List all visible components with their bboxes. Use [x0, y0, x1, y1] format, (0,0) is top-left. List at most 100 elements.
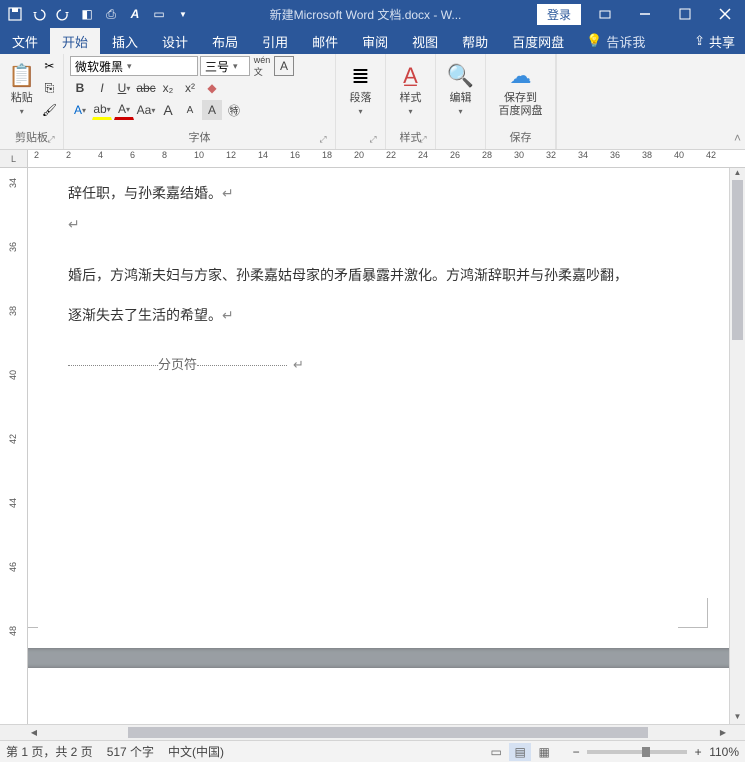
font-launcher-icon[interactable]: ⤢: [317, 133, 329, 145]
collapse-ribbon-icon[interactable]: ˄: [734, 131, 741, 145]
close-icon[interactable]: [705, 0, 745, 28]
vertical-scrollbar[interactable]: ▲ ▼: [729, 168, 745, 724]
qat-customize-icon[interactable]: ▼: [172, 3, 194, 25]
word-count[interactable]: 517 个字: [107, 743, 154, 760]
find-icon: 🔍: [447, 60, 474, 92]
save-baidu-button[interactable]: ☁ 保存到 百度网盘: [492, 56, 549, 122]
login-button[interactable]: 登录: [537, 4, 581, 25]
zoom-level[interactable]: 110%: [709, 745, 739, 759]
subscript-button[interactable]: x₂: [158, 78, 178, 98]
document-title: 新建Microsoft Word 文档.docx - W...: [194, 6, 537, 23]
tab-baidu[interactable]: 百度网盘: [500, 28, 576, 54]
tab-home[interactable]: 开始: [50, 28, 100, 54]
styles-button[interactable]: A̲ 样式▾: [392, 56, 429, 122]
qat-icon-1[interactable]: ◧: [76, 3, 98, 25]
text-line[interactable]: 辞任职，与孙柔嘉结婚。↵: [68, 178, 648, 209]
save-group-label: 保存: [510, 132, 532, 144]
paragraph-launcher-icon[interactable]: ⤢: [367, 133, 379, 145]
page-1: 辞任职，与孙柔嘉结婚。↵ ↵ 婚后，方鸿渐夫妇与方家、孙柔嘉姑母家的矛盾暴露并激…: [28, 168, 729, 648]
clipboard-launcher-icon[interactable]: ⤢: [45, 133, 57, 145]
share-button[interactable]: ⇪ 共享: [684, 28, 745, 54]
horizontal-ruler[interactable]: 224681012141618202224262830323436384042: [28, 150, 745, 168]
zoom-thumb[interactable]: [642, 747, 650, 757]
paste-button[interactable]: 📋 粘贴▾: [6, 56, 37, 122]
tab-review[interactable]: 审阅: [350, 28, 400, 54]
zoom-out-button[interactable]: −: [569, 745, 583, 759]
strikethrough-button[interactable]: abc: [136, 78, 156, 98]
tab-view[interactable]: 视图: [400, 28, 450, 54]
save-icon[interactable]: [4, 3, 26, 25]
qat-icon-3[interactable]: A: [124, 3, 146, 25]
paragraph-button[interactable]: ≣ 段落▾: [342, 56, 379, 122]
qat-icon-2[interactable]: ⎙: [100, 3, 122, 25]
maximize-icon[interactable]: [665, 0, 705, 28]
empty-line[interactable]: ↵: [68, 209, 648, 240]
text-line[interactable]: 婚后，方鸿渐夫妇与方家、孙柔嘉姑母家的矛盾暴露并激化。方鸿渐辞职并与孙柔嘉吵翻，: [68, 260, 648, 291]
language-status[interactable]: 中文(中国): [168, 743, 224, 760]
page-break-indicator: 分页符 ↵: [68, 351, 648, 380]
tab-mailings[interactable]: 邮件: [300, 28, 350, 54]
tab-design[interactable]: 设计: [150, 28, 200, 54]
enclose-char-icon[interactable]: ㊕: [224, 100, 244, 120]
lightbulb-icon: 💡: [586, 33, 602, 49]
underline-button[interactable]: U ▾: [114, 78, 134, 98]
tab-layout[interactable]: 布局: [200, 28, 250, 54]
save-baidu-label: 保存到 百度网盘: [499, 92, 543, 118]
crop-mark: [678, 598, 708, 628]
hscroll-thumb[interactable]: [128, 727, 648, 738]
page-status[interactable]: 第 1 页，共 2 页: [6, 743, 93, 760]
tab-insert[interactable]: 插入: [100, 28, 150, 54]
editing-button[interactable]: 🔍 编辑▾: [442, 56, 479, 122]
paragraph-mark-icon: ↵: [222, 307, 234, 323]
font-group-label: 字体: [189, 132, 211, 144]
change-case-button[interactable]: Aa▾: [136, 100, 156, 120]
styles-launcher-icon[interactable]: ⤢: [417, 133, 429, 145]
font-color-button[interactable]: A▾: [114, 100, 134, 120]
editing-btn-label: 编辑: [450, 92, 472, 104]
zoom-slider[interactable]: [587, 750, 687, 754]
share-label: 共享: [709, 32, 735, 51]
ruler-corner: L: [0, 150, 28, 168]
tab-file[interactable]: 文件: [0, 28, 50, 54]
vertical-ruler[interactable]: 3436384042444648: [0, 168, 28, 724]
char-shading-icon[interactable]: A: [202, 100, 222, 120]
superscript-button[interactable]: x²: [180, 78, 200, 98]
copy-icon[interactable]: ⎘: [39, 78, 59, 98]
scroll-down-icon[interactable]: ▼: [730, 712, 745, 724]
horizontal-scrollbar[interactable]: ◀ ▶: [28, 724, 729, 740]
format-painter-icon[interactable]: 🖌: [39, 100, 59, 120]
font-size-combo[interactable]: 三号▾: [200, 56, 250, 76]
scroll-left-icon[interactable]: ◀: [28, 725, 40, 740]
cut-icon[interactable]: ✂: [39, 56, 59, 76]
clear-format-icon[interactable]: ◆: [202, 78, 222, 98]
redo-icon[interactable]: [52, 3, 74, 25]
read-mode-icon[interactable]: ▭: [485, 743, 507, 761]
tab-references[interactable]: 引用: [250, 28, 300, 54]
page-2: [28, 668, 729, 724]
tell-me-input[interactable]: 💡 告诉我: [576, 28, 655, 54]
qat-icon-4[interactable]: ▭: [148, 3, 170, 25]
zoom-in-button[interactable]: +: [691, 745, 705, 759]
bold-button[interactable]: B: [70, 78, 90, 98]
ribbon-display-icon[interactable]: [585, 0, 625, 28]
text-line[interactable]: 逐渐失去了生活的希望。↵: [68, 300, 648, 331]
print-layout-icon[interactable]: ▤: [509, 743, 531, 761]
shrink-font-button[interactable]: A: [180, 100, 200, 120]
text-effects-button[interactable]: A▾: [70, 100, 90, 120]
tab-help[interactable]: 帮助: [450, 28, 500, 54]
phonetic-guide-icon[interactable]: wén文: [252, 56, 272, 76]
document-area[interactable]: 辞任职，与孙柔嘉结婚。↵ ↵ 婚后，方鸿渐夫妇与方家、孙柔嘉姑母家的矛盾暴露并激…: [28, 168, 729, 724]
scroll-up-icon[interactable]: ▲: [730, 168, 745, 180]
vscroll-thumb[interactable]: [732, 180, 743, 340]
highlight-button[interactable]: ab▾: [92, 100, 112, 120]
scroll-right-icon[interactable]: ▶: [717, 725, 729, 740]
paragraph-mark-icon: ↵: [293, 351, 304, 380]
italic-button[interactable]: I: [92, 78, 112, 98]
char-border-icon[interactable]: A: [274, 56, 294, 76]
undo-icon[interactable]: [28, 3, 50, 25]
grow-font-button[interactable]: A: [158, 100, 178, 120]
cloud-icon: ☁: [510, 60, 532, 92]
font-name-combo[interactable]: 微软雅黑▾: [70, 56, 198, 76]
minimize-icon[interactable]: [625, 0, 665, 28]
web-layout-icon[interactable]: ▦: [533, 743, 555, 761]
